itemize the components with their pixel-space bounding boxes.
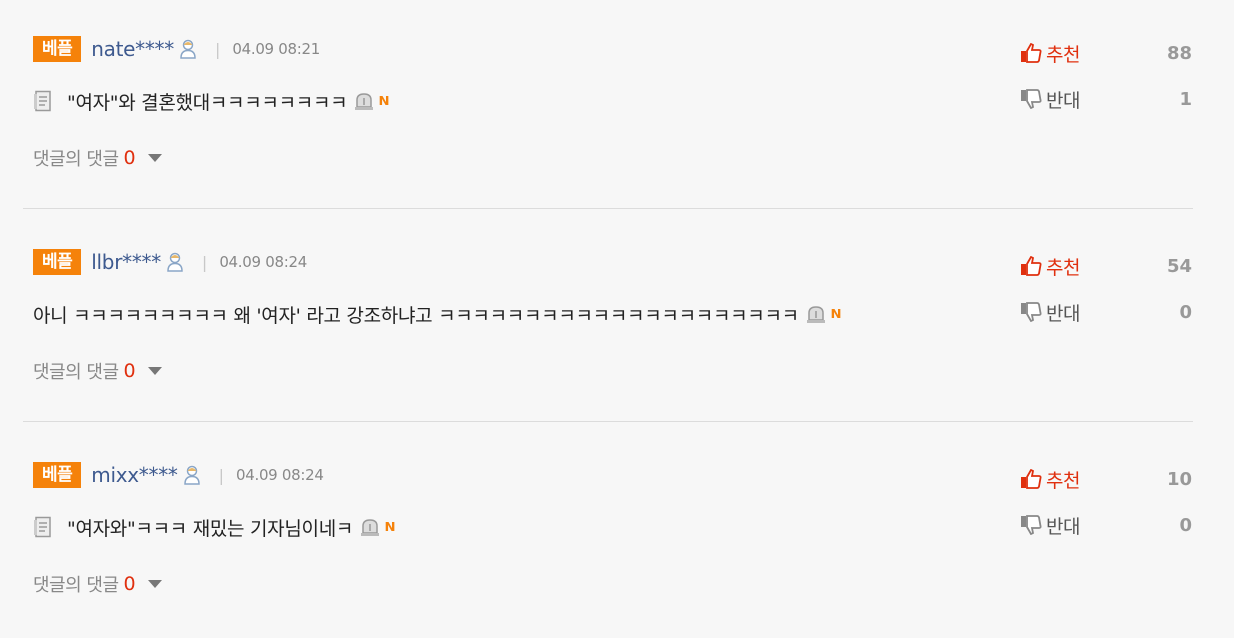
upvote-count: 54 [1166, 255, 1192, 277]
thumbs-down-icon [1020, 515, 1042, 535]
reply-label: 댓글의 댓글 [33, 575, 119, 596]
thumbs-up-icon [1020, 43, 1042, 63]
comment-list: 베플 nate**** | 04.09 08:21 "여자"와 결혼했대ㅋㅋㅋㅋ… [0, 0, 1234, 628]
report-siren-icon[interactable] [805, 304, 827, 324]
comment-text: "여자"와 결혼했대ㅋㅋㅋㅋㅋㅋㅋㅋ [67, 91, 348, 114]
comment-text: 아니 ㅋㅋㅋㅋㅋㅋㅋㅋㅋ 왜 '여자' 라고 강조하냐고 ㅋㅋㅋㅋㅋㅋㅋㅋㅋㅋㅋ… [33, 304, 799, 327]
comment-body: 아니 ㅋㅋㅋㅋㅋㅋㅋㅋㅋ 왜 '여자' 라고 강조하냐고 ㅋㅋㅋㅋㅋㅋㅋㅋㅋㅋㅋ… [33, 301, 841, 327]
meta-divider: | [218, 465, 224, 485]
comment-item: 베플 llbr**** | 04.09 08:24 아니 ㅋㅋㅋㅋㅋㅋㅋㅋㅋ 왜… [23, 213, 1193, 425]
comment-body: "여자"와 결혼했대ㅋㅋㅋㅋㅋㅋㅋㅋ N [33, 88, 390, 114]
new-badge-icon: N [384, 520, 396, 534]
user-icon[interactable] [179, 39, 197, 59]
upvote-button[interactable]: 추천 88 [1020, 40, 1192, 66]
thumbs-down-icon [1020, 302, 1042, 322]
document-icon [33, 516, 53, 538]
comment-separator [23, 208, 1193, 209]
thumbs-down-icon [1020, 89, 1042, 109]
caret-down-icon [147, 154, 162, 162]
comment-meta: 베플 llbr**** | 04.09 08:24 [33, 249, 307, 275]
upvote-label: 추천 [1046, 43, 1080, 66]
best-reply-badge: 베플 [33, 36, 82, 62]
upvote-label: 추천 [1046, 256, 1080, 279]
document-icon [33, 90, 53, 112]
upvote-button[interactable]: 추천 54 [1020, 253, 1192, 279]
username-link[interactable]: nate**** [91, 37, 174, 61]
user-icon[interactable] [183, 465, 201, 485]
comment-text: "여자와"ㅋㅋㅋ 재밌는 기자님이네ㅋ [67, 517, 354, 540]
comment-meta: 베플 nate**** | 04.09 08:21 [33, 36, 320, 62]
upvote-count: 10 [1166, 468, 1192, 490]
comment-separator [23, 421, 1193, 422]
comment-timestamp: 04.09 08:24 [235, 466, 324, 484]
reply-count: 0 [123, 573, 136, 595]
user-icon[interactable] [166, 252, 184, 272]
reply-label: 댓글의 댓글 [33, 362, 119, 383]
username-link[interactable]: llbr**** [91, 250, 161, 274]
comment-timestamp: 04.09 08:24 [219, 253, 307, 271]
caret-down-icon [147, 367, 162, 375]
upvote-button[interactable]: 추천 10 [1020, 466, 1192, 492]
comment-item: 베플 nate**** | 04.09 08:21 "여자"와 결혼했대ㅋㅋㅋㅋ… [23, 0, 1193, 212]
downvote-count: 0 [1179, 514, 1192, 536]
report-siren-icon[interactable] [359, 517, 381, 537]
reply-toggle[interactable]: 댓글의 댓글 0 [33, 145, 162, 171]
comment-item: 베플 mixx**** | 04.09 08:24 "여자와"ㅋㅋㅋ 재밌는 기… [23, 426, 1193, 638]
upvote-label: 추천 [1046, 469, 1080, 492]
downvote-label: 반대 [1046, 89, 1080, 112]
report-siren-icon[interactable] [353, 91, 375, 111]
thumbs-up-icon [1020, 469, 1042, 489]
meta-divider: | [214, 39, 221, 59]
reply-count: 0 [123, 147, 136, 169]
reply-label: 댓글의 댓글 [33, 149, 119, 170]
downvote-count: 1 [1179, 88, 1192, 110]
best-reply-badge: 베플 [33, 462, 82, 488]
meta-divider: | [201, 252, 208, 272]
upvote-count: 88 [1166, 42, 1192, 64]
caret-down-icon [147, 580, 162, 588]
downvote-count: 0 [1179, 301, 1192, 323]
downvote-button[interactable]: 반대 0 [1020, 512, 1192, 538]
downvote-button[interactable]: 반대 0 [1020, 299, 1192, 325]
downvote-label: 반대 [1046, 515, 1080, 538]
new-badge-icon: N [830, 307, 842, 321]
thumbs-up-icon [1020, 256, 1042, 276]
new-badge-icon: N [378, 94, 390, 108]
reply-count: 0 [123, 360, 136, 382]
best-reply-badge: 베플 [33, 249, 82, 275]
comment-body: "여자와"ㅋㅋㅋ 재밌는 기자님이네ㅋ N [33, 514, 396, 540]
comment-meta: 베플 mixx**** | 04.09 08:24 [33, 462, 324, 488]
reply-toggle[interactable]: 댓글의 댓글 0 [33, 571, 162, 597]
comment-timestamp: 04.09 08:21 [232, 40, 320, 58]
downvote-label: 반대 [1046, 302, 1080, 325]
username-link[interactable]: mixx**** [91, 463, 178, 487]
reply-toggle[interactable]: 댓글의 댓글 0 [33, 358, 162, 384]
downvote-button[interactable]: 반대 1 [1020, 86, 1192, 112]
